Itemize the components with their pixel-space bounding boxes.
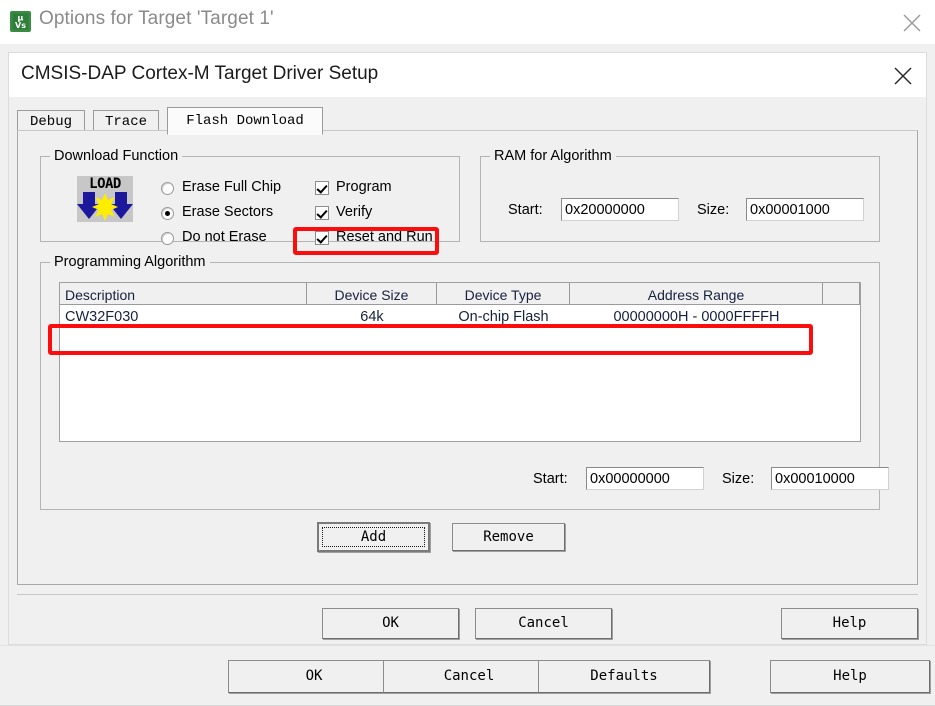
flash-start-label: Start: (533, 471, 568, 487)
tab-debug-label: Debug (29, 114, 72, 130)
programming-algorithm-group: Programming Algorithm Description Device… (40, 254, 889, 510)
outer-title-bar: µ Vs Options for Target 'Target 1' (0, 0, 935, 44)
close-icon (903, 14, 921, 32)
ram-start-label: Start: (508, 202, 543, 218)
load-icon-text: LOAD (89, 176, 121, 192)
column-header-spacer[interactable] (823, 283, 860, 304)
dialog-cancel-label: Cancel (518, 615, 569, 631)
tab-flash-download[interactable]: Flash Download (167, 107, 323, 135)
checkmark-icon (315, 181, 329, 195)
ram-start-input[interactable] (561, 198, 679, 221)
checkmark-icon (315, 206, 329, 220)
ram-size-input[interactable] (746, 198, 864, 221)
radio-mark-icon (161, 232, 174, 245)
window-help-label: Help (833, 668, 867, 684)
ram-for-algorithm-label: RAM for Algorithm (490, 148, 616, 164)
dialog-title: CMSIS-DAP Cortex-M Target Driver Setup (21, 63, 379, 84)
window-defaults-label: Defaults (590, 668, 658, 684)
dialog-separator (17, 594, 918, 595)
window-cancel-button[interactable]: Cancel (383, 660, 555, 693)
tab-trace-label: Trace (104, 114, 147, 130)
column-header-address-range[interactable]: Address Range (570, 283, 823, 304)
radio-erase-sectors-label: Erase Sectors (182, 204, 274, 220)
add-button[interactable]: Add (317, 522, 430, 552)
checkbox-verify-label: Verify (336, 204, 373, 220)
cell-device-type: On-chip Flash (458, 309, 549, 325)
radio-mark-icon (161, 207, 174, 220)
svg-text:Vs: Vs (15, 21, 26, 30)
flash-size-label: Size: (722, 471, 755, 487)
cell-device-size: 64k (360, 309, 384, 325)
inner-title-bar: CMSIS-DAP Cortex-M Target Driver Setup (9, 53, 926, 97)
column-header-device-type[interactable]: Device Type (437, 283, 570, 304)
flash-start-input[interactable] (586, 467, 704, 490)
list-rows: CW32F030 64k On-chip Flash 00000000H - 0… (60, 305, 860, 329)
load-icon: LOAD (77, 176, 133, 222)
dialog-help-label: Help (832, 615, 867, 631)
radio-do-not-erase-label: Do not Erase (182, 229, 267, 245)
checkbox-program-label: Program (336, 179, 392, 195)
list-header-row: Description Device Size Device Type Addr… (60, 283, 860, 305)
checkbox-reset-and-run-label: Reset and Run (336, 229, 433, 245)
window-button-bar: OK Cancel Defaults Help (0, 645, 935, 706)
options-for-target-window: µ Vs Options for Target 'Target 1' CMSIS… (0, 0, 935, 706)
dialog-cancel-button[interactable]: Cancel (475, 608, 612, 639)
window-defaults-button[interactable]: Defaults (538, 660, 710, 693)
window-ok-button[interactable]: OK (228, 660, 400, 693)
column-header-device-size[interactable]: Device Size (307, 283, 437, 304)
tab-flash-download-label: Flash Download (186, 113, 304, 129)
focus-ring (322, 527, 425, 547)
dialog-close-button[interactable] (880, 53, 926, 97)
dialog-ok-button[interactable]: OK (322, 608, 459, 639)
cell-address-range: 00000000H - 0000FFFFH (613, 309, 780, 325)
ram-for-algorithm-group: RAM for Algorithm Start: Size: (480, 148, 880, 242)
radio-mark-icon (161, 182, 174, 195)
download-function-group: Download Function LOAD Erase Full Chip E… (40, 148, 460, 245)
window-ok-label: OK (305, 668, 323, 684)
cell-description: CW32F030 (65, 309, 139, 325)
flash-size-input[interactable] (771, 467, 889, 490)
programming-algorithm-label: Programming Algorithm (50, 254, 210, 270)
window-title: Options for Target 'Target 1' (39, 8, 274, 29)
radio-erase-full-chip-label: Erase Full Chip (182, 179, 282, 195)
cmsis-dap-driver-setup-dialog: CMSIS-DAP Cortex-M Target Driver Setup D… (8, 52, 927, 645)
table-row[interactable]: CW32F030 64k On-chip Flash 00000000H - 0… (60, 305, 860, 329)
dialog-help-button[interactable]: Help (781, 608, 918, 639)
download-function-label: Download Function (50, 148, 183, 164)
checkmark-icon (315, 231, 329, 245)
dialog-body: Debug Trace Flash Download Download Func… (9, 97, 926, 644)
column-header-description[interactable]: Description (60, 283, 307, 304)
window-help-button[interactable]: Help (770, 660, 930, 693)
ram-size-label: Size: (697, 202, 730, 218)
remove-button-label: Remove (483, 529, 534, 545)
programming-algorithm-list[interactable]: Description Device Size Device Type Addr… (59, 282, 861, 442)
dialog-ok-label: OK (382, 615, 399, 631)
keil-uvision-icon: µ Vs (10, 11, 31, 32)
flash-download-panel: Download Function LOAD Erase Full Chip E… (17, 130, 918, 585)
remove-button[interactable]: Remove (452, 523, 565, 551)
close-icon (894, 67, 912, 85)
window-cancel-label: Cancel (443, 668, 495, 684)
window-close-button[interactable] (889, 0, 935, 44)
